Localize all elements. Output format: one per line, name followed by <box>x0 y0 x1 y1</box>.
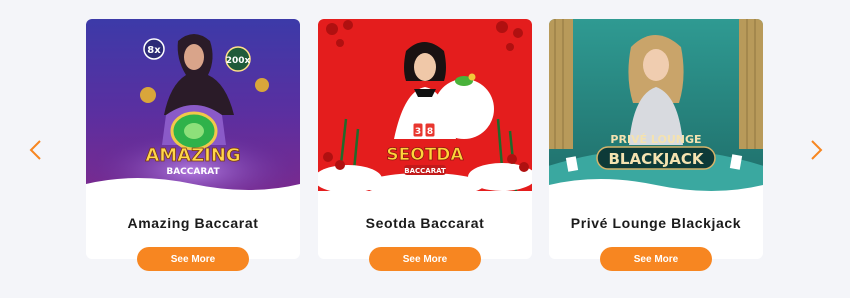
chevron-right-icon <box>811 140 823 160</box>
card-title: Seotda Baccarat <box>365 215 485 231</box>
chevron-left-icon <box>29 140 41 160</box>
card-number-3: 3 <box>415 127 421 137</box>
game-card[interactable]: 8x 200x AMAZING BACCARAT Amazing Baccara… <box>86 19 300 271</box>
multiplier-8x: 8x <box>147 45 161 56</box>
amazing-baccarat-image: 8x 200x AMAZING BACCARAT <box>86 19 300 191</box>
see-more-button[interactable]: See More <box>600 247 712 271</box>
card-number-8: 8 <box>427 127 433 137</box>
logo-line1: AMAZING <box>145 145 240 166</box>
card-title: Privé Lounge Blackjack <box>570 215 742 231</box>
logo-line1: PRIVÉ LOUNGE <box>610 133 701 146</box>
game-thumbnail[interactable]: 8x 200x AMAZING BACCARAT <box>86 19 300 191</box>
card-title: Amazing Baccarat <box>127 215 259 231</box>
game-card[interactable]: 3 8 SEOTDA BACCARAT Seotda Baccarat See … <box>318 19 532 271</box>
logo-line2: BLACKJACK <box>608 150 704 168</box>
multiplier-200x: 200x <box>226 56 251 66</box>
see-more-button[interactable]: See More <box>369 247 481 271</box>
game-thumbnail[interactable]: PRIVÉ LOUNGE BLACKJACK <box>549 19 763 191</box>
prive-lounge-blackjack-image: PRIVÉ LOUNGE BLACKJACK <box>549 19 763 191</box>
seotda-baccarat-image: 3 8 SEOTDA BACCARAT <box>318 19 532 191</box>
carousel-prev-button[interactable] <box>24 138 46 162</box>
game-card[interactable]: PRIVÉ LOUNGE BLACKJACK Privé Lounge Blac… <box>549 19 763 271</box>
see-more-button[interactable]: See More <box>137 247 249 271</box>
logo-line2: BACCARAT <box>166 167 220 177</box>
logo-line1: SEOTDA <box>386 145 464 165</box>
logo-line2: BACCARAT <box>404 167 446 175</box>
game-thumbnail[interactable]: 3 8 SEOTDA BACCARAT <box>318 19 532 191</box>
carousel-next-button[interactable] <box>806 138 828 162</box>
